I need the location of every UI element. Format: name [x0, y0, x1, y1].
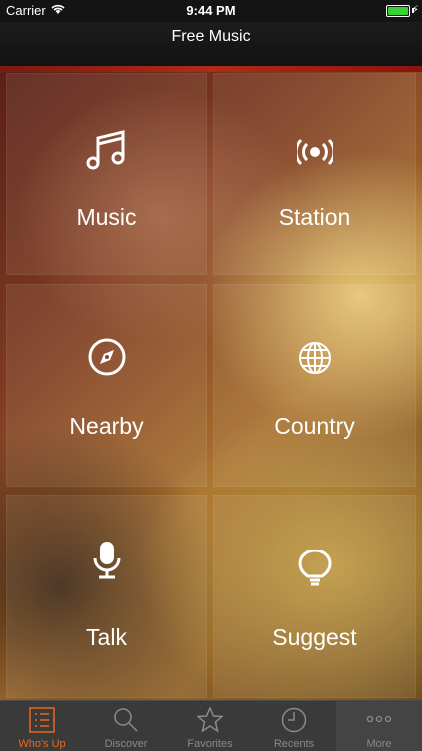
tile-talk[interactable]: Talk — [6, 495, 207, 698]
tile-label: Music — [76, 204, 137, 230]
tab-label: Favorites — [187, 738, 233, 750]
music-note-icon — [7, 130, 206, 175]
tile-label: Suggest — [272, 624, 357, 650]
category-grid: Music Station Nearby Country Talk Sugges… — [0, 66, 422, 700]
star-icon — [168, 706, 252, 738]
tile-country[interactable]: Country — [213, 284, 416, 487]
tab-discover[interactable]: Discover — [84, 701, 168, 751]
search-icon — [84, 707, 168, 738]
clock-icon — [252, 707, 336, 738]
tile-suggest[interactable]: Suggest — [213, 495, 416, 698]
tile-music[interactable]: Music — [6, 73, 207, 275]
tab-label: Discover — [104, 738, 148, 750]
lightbulb-icon — [214, 550, 415, 593]
navigation-bar: Free Music — [0, 22, 422, 66]
tab-label: Recents — [273, 738, 315, 750]
more-dots-icon — [336, 711, 422, 729]
tile-nearby[interactable]: Nearby — [6, 284, 207, 487]
page-title: Free Music — [171, 28, 251, 45]
charging-icon: ⚡ — [411, 4, 419, 16]
tile-label: Nearby — [69, 413, 144, 439]
battery-icon — [386, 5, 410, 17]
tile-station[interactable]: Station — [213, 73, 416, 275]
clock: 9:44 PM — [186, 3, 236, 18]
tab-label: More — [366, 738, 392, 750]
tab-whos-up[interactable]: Who's Up — [0, 701, 84, 751]
tab-label: Who's Up — [18, 738, 66, 750]
content-top-strip — [0, 66, 422, 72]
broadcast-icon — [214, 138, 415, 171]
microphone-icon — [7, 540, 206, 585]
tile-label: Talk — [86, 624, 127, 650]
tab-favorites[interactable]: Favorites — [168, 701, 252, 751]
tab-bar: Who's Up Discover Favorites Recents More — [0, 700, 422, 751]
compass-icon — [7, 337, 206, 382]
tile-label: Station — [278, 204, 351, 230]
tab-more[interactable]: More — [336, 701, 422, 751]
status-bar: Carrier 9:44 PM ⚡ — [0, 0, 422, 22]
list-icon — [0, 707, 84, 738]
tab-recents[interactable]: Recents — [252, 701, 336, 751]
tile-label: Country — [274, 413, 355, 439]
globe-icon — [214, 341, 415, 380]
